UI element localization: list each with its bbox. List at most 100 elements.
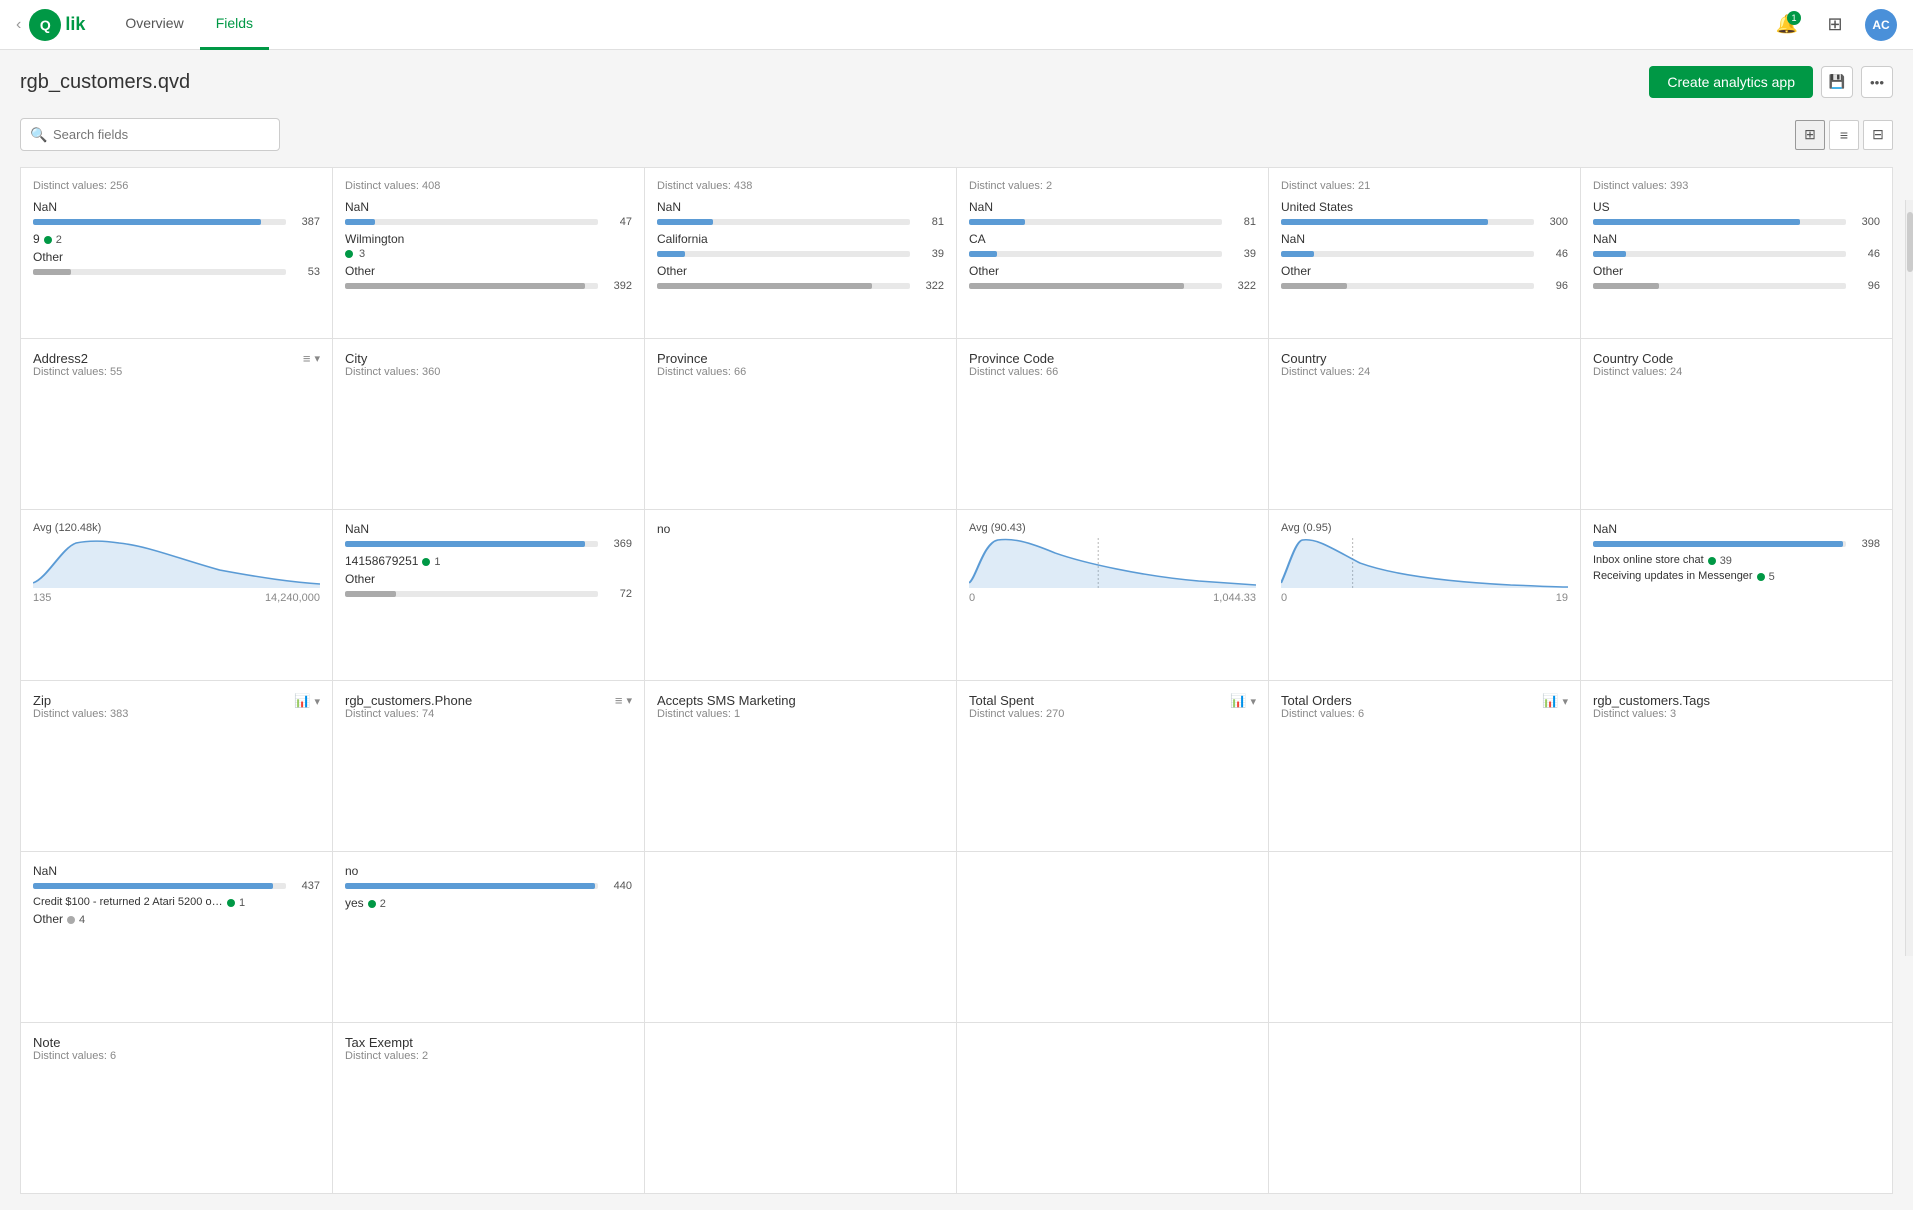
value-row: NaN 387 [33, 200, 320, 228]
field-name: rgb_customers.Phone [345, 693, 472, 708]
value-row: Inbox online store chat 39 [1593, 554, 1880, 568]
grid-icon: ⊞ [1804, 126, 1816, 143]
save-button[interactable]: 💾 [1821, 66, 1853, 98]
value-row: NaN 81 [969, 200, 1256, 228]
field-name: Accepts SMS Marketing [657, 693, 796, 708]
tab-fields[interactable]: Fields [200, 0, 269, 50]
chart-icon[interactable]: 📊 [1230, 693, 1246, 709]
field-name: Note [33, 1035, 116, 1050]
field-card-empty-5 [645, 1023, 956, 1193]
value-row: Wilmington 3 [345, 232, 632, 260]
value-row: Other 4 [33, 912, 320, 928]
value-row: NaN 46 [1281, 232, 1568, 260]
scrollbar-thumb[interactable] [1907, 212, 1913, 272]
view-toggles: ⊞ ≡ ⊟ [1795, 120, 1893, 150]
sort-icon[interactable]: ≡ [303, 351, 311, 366]
user-avatar[interactable]: AC [1865, 9, 1897, 41]
tab-overview[interactable]: Overview [109, 0, 199, 50]
field-distinct: Distinct values: 74 [345, 708, 472, 720]
value-row: no 440 [345, 864, 632, 892]
apps-button[interactable]: ⊞ [1817, 7, 1853, 43]
avg-label: Avg (90.43) [969, 522, 1256, 534]
value-row: Other 322 [657, 264, 944, 292]
back-button[interactable]: ‹ [16, 16, 21, 34]
field-card-address2-header: Address2 Distinct values: 55 ≡ ▾ [21, 339, 332, 509]
field-card-totalspent-header: Total Spent Distinct values: 270 📊 ▾ [957, 681, 1268, 851]
field-card-countrycode-header: Country Code Distinct values: 24 [1581, 339, 1892, 509]
field-distinct: Distinct values: 66 [969, 366, 1058, 378]
field-card-note-values: NaN 437 Credit $100 - returned 2 Atari 5… [21, 852, 332, 1022]
dist-range: 0 19 [1281, 592, 1568, 604]
value-row: NaN 437 [33, 864, 320, 892]
ellipsis-icon: ••• [1870, 75, 1884, 90]
list-icon: ≡ [1840, 127, 1848, 143]
field-distinct: Distinct values: 24 [1593, 366, 1682, 378]
distribution-chart [969, 538, 1256, 588]
field-card-empty-3 [1269, 852, 1580, 1022]
field-card-empty-7 [1269, 1023, 1580, 1193]
value-row: Receiving updates in Messenger 5 [1593, 570, 1880, 584]
chart-icon[interactable]: 📊 [1542, 693, 1558, 709]
logo-area: ‹ Q lik [16, 9, 85, 41]
table-view-button[interactable]: ⊟ [1863, 120, 1893, 150]
field-distinct: Distinct values: 1 [657, 708, 796, 720]
chevron-down-icon[interactable]: ▾ [314, 352, 320, 365]
more-options-button[interactable]: ••• [1861, 66, 1893, 98]
search-icon: 🔍 [30, 126, 47, 143]
field-distinct: Distinct values: 408 [345, 180, 632, 192]
field-distinct: Distinct values: 360 [345, 366, 440, 378]
field-distinct: Distinct values: 438 [657, 180, 944, 192]
create-analytics-app-button[interactable]: Create analytics app [1649, 66, 1813, 98]
chevron-down-icon[interactable]: ▾ [1562, 695, 1568, 708]
search-input[interactable] [20, 118, 280, 151]
field-distinct: Distinct values: 2 [345, 1050, 428, 1062]
value-row: 9 2 [33, 232, 320, 248]
field-name: Address2 [33, 351, 122, 366]
field-card-provincecode-top: Distinct values: 2 NaN 81 CA 39 Other [957, 168, 1268, 338]
value-row: CA 39 [969, 232, 1256, 260]
dist-range: 135 14,240,000 [33, 592, 320, 604]
fields-grid: Distinct values: 256 NaN 387 9 2 Other 5… [20, 167, 1893, 1194]
field-distinct: Distinct values: 393 [1593, 180, 1880, 192]
chevron-down-icon[interactable]: ▾ [626, 694, 632, 707]
page-content: rgb_customers.qvd Create analytics app 💾… [0, 50, 1913, 1210]
value-row: United States 300 [1281, 200, 1568, 228]
field-card-sms-value: no [645, 510, 956, 680]
field-card-empty-2 [957, 852, 1268, 1022]
field-card-taxexempt-values: no 440 yes 2 [333, 852, 644, 1022]
distribution-chart [1281, 538, 1568, 588]
field-card-totalorders-chart: Avg (0.95) 0 19 [1269, 510, 1580, 680]
notifications-button[interactable]: 🔔 1 [1769, 7, 1805, 43]
header-right: 🔔 1 ⊞ AC [1769, 7, 1897, 43]
grid-view-button[interactable]: ⊞ [1795, 120, 1825, 150]
field-card-zip-header: Zip Distinct values: 383 📊 ▾ [21, 681, 332, 851]
field-card-address-top: Distinct values: 256 NaN 387 9 2 Other 5… [21, 168, 332, 338]
value-row: Credit $100 - returned 2 Atari 5200 orig… [33, 896, 320, 910]
field-name: Province [657, 351, 746, 366]
field-card-city-header: City Distinct values: 360 [333, 339, 644, 509]
field-card-provincecode-header: Province Code Distinct values: 66 [957, 339, 1268, 509]
field-name: Zip [33, 693, 128, 708]
save-icon: 💾 [1829, 74, 1846, 90]
field-distinct: Distinct values: 6 [1281, 708, 1364, 720]
field-card-empty-8 [1581, 1023, 1892, 1193]
field-card-zip-chart: Avg (120.48k) 135 14,240,000 [21, 510, 332, 680]
chevron-down-icon[interactable]: ▾ [1250, 695, 1256, 708]
sort-icon[interactable]: ≡ [615, 693, 623, 708]
value-row: Other 96 [1593, 264, 1880, 292]
chevron-down-icon[interactable]: ▾ [314, 695, 320, 708]
list-view-button[interactable]: ≡ [1829, 120, 1859, 150]
search-input-wrap: 🔍 [20, 118, 280, 151]
field-distinct: Distinct values: 21 [1281, 180, 1568, 192]
page-title: rgb_customers.qvd [20, 71, 190, 94]
value-row: California 39 [657, 232, 944, 260]
scrollbar[interactable] [1905, 200, 1913, 956]
distribution-chart [33, 538, 320, 588]
field-name: rgb_customers.Tags [1593, 693, 1710, 708]
notification-badge: 1 [1787, 11, 1801, 25]
field-name: Total Orders [1281, 693, 1364, 708]
field-card-country-header: Country Distinct values: 24 [1269, 339, 1580, 509]
value-row: no [657, 522, 944, 536]
field-name: Total Spent [969, 693, 1064, 708]
chart-icon[interactable]: 📊 [294, 693, 310, 709]
